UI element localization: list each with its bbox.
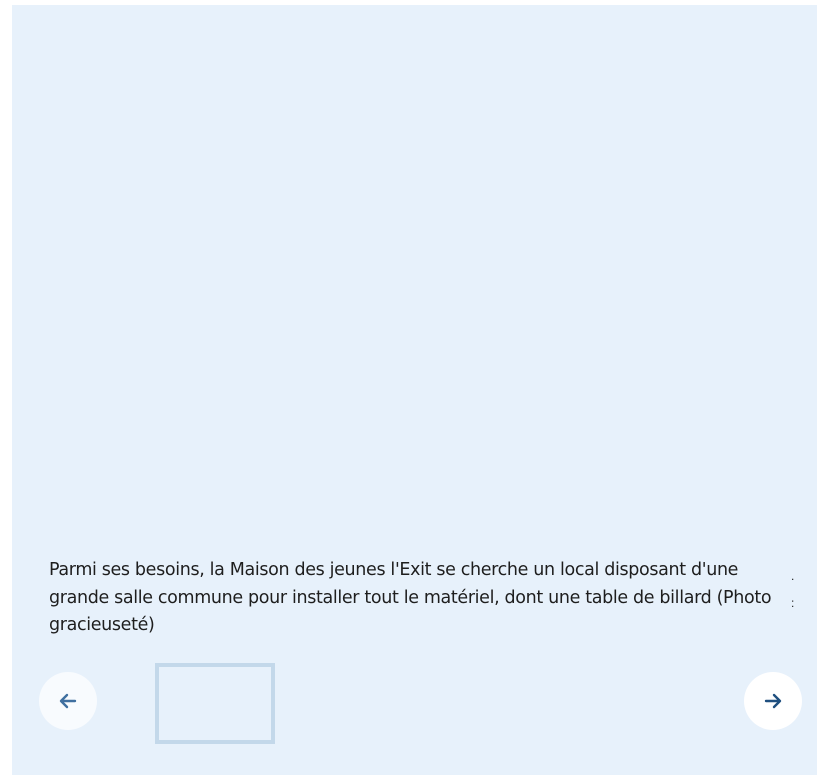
arrow-right-icon: [763, 691, 783, 711]
caption-overflow-mark: :: [791, 596, 795, 610]
next-photo-button[interactable]: [744, 672, 802, 730]
photo-caption: Parmi ses besoins, la Maison des jeunes …: [49, 560, 772, 635]
arrow-left-icon: [58, 691, 78, 711]
previous-photo-button[interactable]: [39, 672, 97, 730]
photo-gallery: Parmi ses besoins, la Maison des jeunes …: [12, 5, 817, 775]
gallery-image[interactable]: [12, 5, 817, 545]
caption-overflow-mark: .: [791, 569, 795, 583]
thumbnail-selected[interactable]: [155, 663, 275, 744]
